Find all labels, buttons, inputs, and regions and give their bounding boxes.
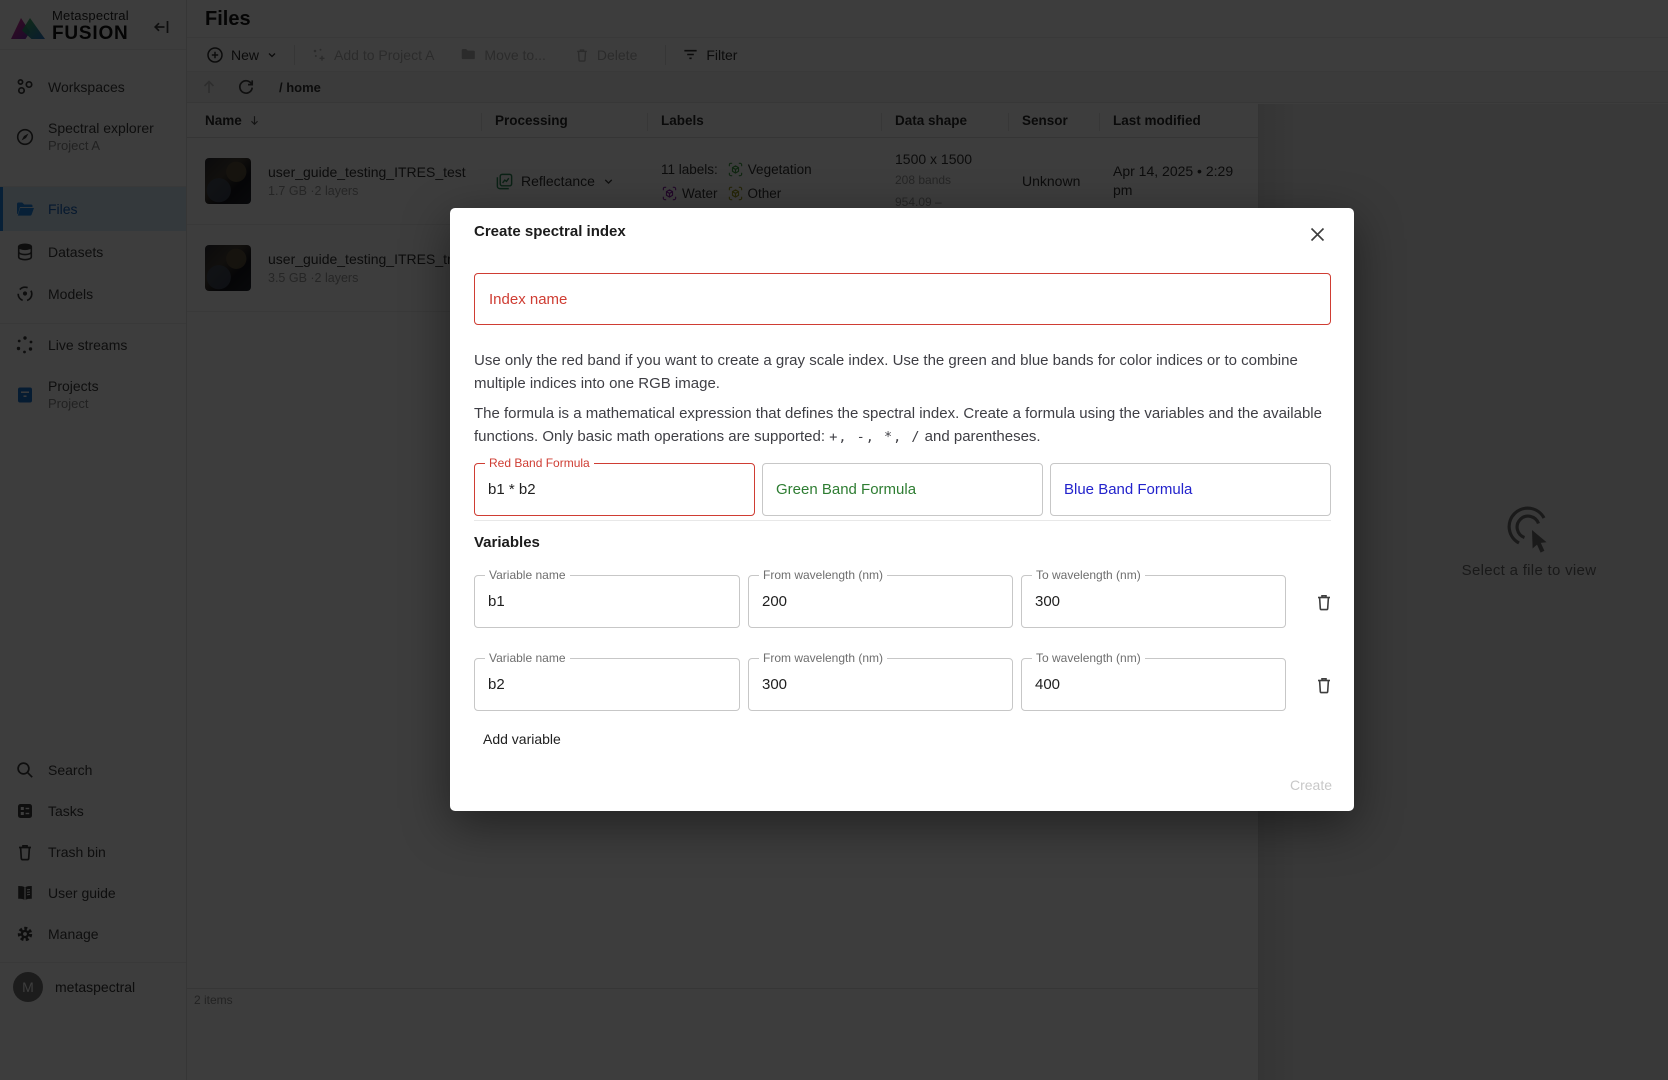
variables-section-title: Variables xyxy=(474,534,540,551)
variable-row: Variable name From wavelength (nm) To wa… xyxy=(474,658,1336,711)
delete-variable-button[interactable] xyxy=(1312,590,1336,614)
green-band-formula-input[interactable] xyxy=(763,464,1042,515)
to-wavelength-input[interactable] xyxy=(1022,576,1285,627)
from-wavelength-field: From wavelength (nm) xyxy=(748,575,1013,628)
to-wavelength-field: To wavelength (nm) xyxy=(1021,575,1286,628)
blue-band-formula-field xyxy=(1050,463,1331,516)
from-wavelength-field: From wavelength (nm) xyxy=(748,658,1013,711)
from-wavelength-input[interactable] xyxy=(749,576,1012,627)
variable-name-input[interactable] xyxy=(475,659,739,710)
to-wavelength-input[interactable] xyxy=(1022,659,1285,710)
formula-fields: Red Band Formula xyxy=(474,463,1331,516)
dialog-title: Create spectral index xyxy=(474,223,626,240)
variable-name-field: Variable name xyxy=(474,575,740,628)
red-band-formula-input[interactable] xyxy=(475,464,754,515)
close-button[interactable] xyxy=(1304,221,1330,247)
divider xyxy=(474,520,1331,521)
from-wavelength-input[interactable] xyxy=(749,659,1012,710)
index-name-input[interactable] xyxy=(474,273,1331,325)
green-band-formula-field xyxy=(762,463,1043,516)
variable-row: Variable name From wavelength (nm) To wa… xyxy=(474,575,1336,628)
add-variable-button[interactable]: Add variable xyxy=(474,723,570,755)
delete-variable-button[interactable] xyxy=(1312,673,1336,697)
blue-band-formula-input[interactable] xyxy=(1051,464,1330,515)
create-button[interactable]: Create xyxy=(1278,769,1344,801)
variable-name-input[interactable] xyxy=(475,576,739,627)
variable-name-field: Variable name xyxy=(474,658,740,711)
supported-operators: +, -, *, / xyxy=(829,429,920,445)
help-text-formula: The formula is a mathematical expression… xyxy=(474,403,1330,448)
trash-icon xyxy=(1314,675,1334,695)
trash-icon xyxy=(1314,592,1334,612)
create-spectral-index-dialog: Create spectral index Use only the red b… xyxy=(450,208,1354,811)
red-band-formula-field: Red Band Formula xyxy=(474,463,755,516)
help-text-bands: Use only the red band if you want to cre… xyxy=(474,350,1330,395)
red-band-formula-label: Red Band Formula xyxy=(485,456,594,470)
close-icon xyxy=(1310,227,1325,242)
app-screen: Metaspectral FUSION Workspaces xyxy=(0,0,1668,1080)
to-wavelength-field: To wavelength (nm) xyxy=(1021,658,1286,711)
